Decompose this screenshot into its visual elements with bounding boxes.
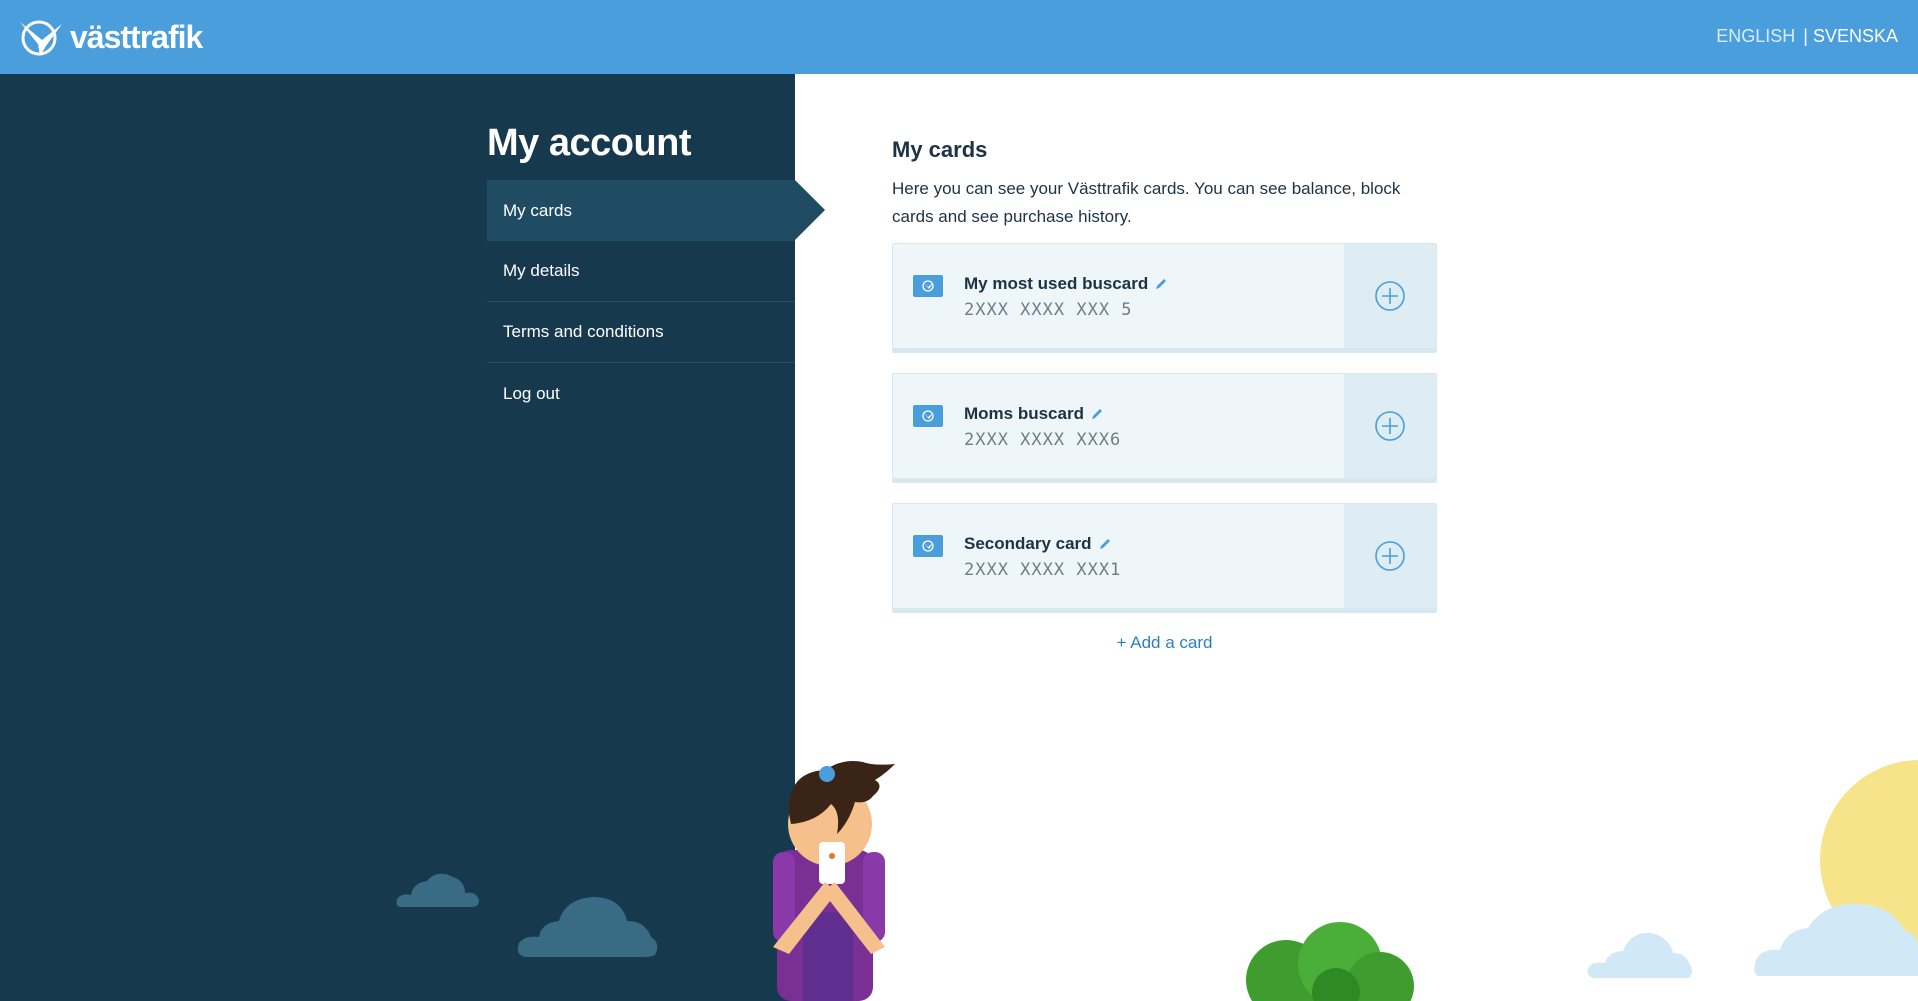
brand-name: västtrafik [70,18,203,55]
account-nav: My cards My details Terms and conditions… [487,180,825,424]
card-expand-button[interactable] [1344,374,1436,478]
card-number: 2XXX XXXX XXX6 [964,430,1122,450]
pencil-icon[interactable] [1154,277,1168,291]
card-name: My most used buscard [964,274,1168,294]
main-content: My cards Here you can see your Västtrafi… [892,137,1437,653]
sidebar-item-my-details[interactable]: My details [487,241,795,302]
pencil-icon[interactable] [1098,537,1112,551]
card-name-text: Moms buscard [964,404,1084,423]
card-expand-button[interactable] [1344,504,1436,608]
plus-circle-icon [1375,541,1405,571]
cloud-illustration [1754,903,1918,976]
card-icon [913,275,943,297]
active-indicator-arrow [795,180,825,240]
section-description: Here you can see your Västtrafik cards. … [892,179,1401,226]
card-item: Secondary card 2XXX XXXX XXX1 [892,503,1437,613]
card-item: Moms buscard 2XXX XXXX XXX6 [892,373,1437,483]
sidebar-item-label: My details [503,261,580,280]
add-card-link[interactable]: + Add a card [892,633,1437,653]
language-switcher: ENGLISH | SVENSKA [1716,26,1898,47]
lang-swedish-link[interactable]: | SVENSKA [1803,26,1898,47]
card-body[interactable]: Secondary card 2XXX XXXX XXX1 [893,504,1344,608]
sidebar-item-label: Log out [503,383,560,403]
vasttrafik-logo-icon [20,20,62,56]
card-name: Moms buscard [964,404,1104,424]
plus-circle-icon [1375,281,1405,311]
sidebar-item-log-out[interactable]: Log out [487,363,795,424]
sun-illustration [1820,760,1918,960]
sidebar-item-label: Terms and conditions [503,322,664,341]
card-expand-button[interactable] [1344,244,1436,348]
card-list: My most used buscard 2XXX XXXX XXX 5 Mom… [892,243,1437,613]
sidebar-item-terms[interactable]: Terms and conditions [487,302,795,363]
card-number: 2XXX XXXX XXX1 [964,560,1122,580]
lang-english-link[interactable]: ENGLISH [1716,26,1795,47]
sidebar-item-my-cards[interactable]: My cards [487,180,825,241]
header-bar: västtrafik ENGLISH | SVENSKA [0,0,1918,74]
card-name-text: Secondary card [964,534,1092,553]
pencil-icon[interactable] [1090,407,1104,421]
sidebar-item-label: My cards [503,200,572,220]
card-icon [913,535,943,557]
card-number: 2XXX XXXX XXX 5 [964,300,1133,320]
card-icon [913,405,943,427]
plus-circle-icon [1375,411,1405,441]
brand-logo[interactable]: västtrafik [18,16,203,58]
card-item: My most used buscard 2XXX XXXX XXX 5 [892,243,1437,353]
card-body[interactable]: My most used buscard 2XXX XXXX XXX 5 [893,244,1344,348]
card-name-text: My most used buscard [964,274,1149,293]
bush-illustration [1246,922,1414,1001]
page-title: My account [487,122,692,164]
cloud-illustration [1587,932,1692,978]
card-body[interactable]: Moms buscard 2XXX XXXX XXX6 [893,374,1344,478]
section-title: My cards [892,137,988,162]
card-name: Secondary card [964,534,1112,554]
